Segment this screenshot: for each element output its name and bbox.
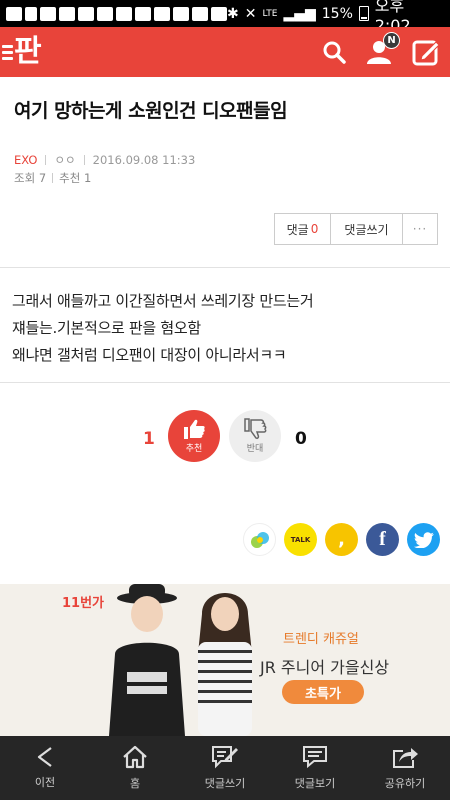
post-category[interactable]: EXO bbox=[14, 153, 37, 167]
notification-badge: N bbox=[383, 32, 400, 49]
edit-icon bbox=[412, 40, 440, 66]
notification-icons bbox=[6, 6, 227, 21]
body-line: 그래서 애들까고 이간질하면서 쓰레기장 만드는거 bbox=[12, 292, 314, 310]
vote-section: 1 추천 반대 0 bbox=[0, 410, 450, 466]
downvote-count: 0 bbox=[295, 429, 307, 449]
divider bbox=[0, 267, 450, 268]
view-count: 조회 7 bbox=[14, 171, 47, 185]
bluetooth-icon: ✱ bbox=[227, 5, 239, 22]
message-icon bbox=[6, 6, 22, 21]
body-line: 쟤들는.기본적으로 판을 혐오함 bbox=[12, 319, 201, 337]
app-icon bbox=[173, 6, 189, 21]
app-header: 판 N bbox=[0, 27, 450, 77]
post-stats: 조회 7 추천 1 bbox=[14, 170, 91, 186]
home-button[interactable]: 홈 bbox=[90, 736, 180, 800]
kakaotalk-share-button[interactable]: TALK bbox=[284, 523, 317, 556]
twitter-share-button[interactable] bbox=[407, 523, 440, 556]
kakaostory-icon: , bbox=[338, 529, 345, 550]
advertisement-banner[interactable]: 11번가 트렌디 캐쥬얼 JR 주니어 가을신상 초특가 bbox=[0, 584, 450, 736]
bottom-navigation: 이전 홈 댓글쓰기 댓글보기 공유하기 bbox=[0, 736, 450, 800]
talk-icon bbox=[59, 6, 75, 21]
app-icon bbox=[211, 6, 227, 21]
menu-icon bbox=[2, 44, 13, 60]
search-icon bbox=[323, 41, 346, 64]
write-comment-button[interactable]: 댓글쓰기 bbox=[331, 214, 403, 244]
write-post-button[interactable] bbox=[412, 38, 440, 66]
app-icon bbox=[40, 6, 56, 21]
ad-headline: JR 주니어 가을신상 bbox=[260, 658, 390, 677]
post-datetime: 2016.09.08 11:33 bbox=[92, 153, 196, 167]
thumbs-down-icon bbox=[244, 418, 267, 439]
my-page-button[interactable]: N bbox=[366, 32, 400, 64]
back-button[interactable]: 이전 bbox=[0, 736, 90, 800]
app-icon bbox=[192, 6, 208, 21]
post-author: ㅇㅇ bbox=[54, 153, 76, 167]
thumbs-up-icon bbox=[184, 419, 205, 439]
comments-button[interactable]: 댓글 0 bbox=[275, 214, 331, 244]
network-type: LTE bbox=[262, 8, 278, 19]
downvote-button[interactable]: 반대 bbox=[229, 410, 281, 462]
twitter-icon bbox=[413, 531, 434, 548]
divider bbox=[0, 382, 450, 383]
kakaotalk-icon: TALK bbox=[290, 535, 311, 544]
upvote-button[interactable]: 추천 bbox=[168, 410, 220, 462]
recommend-count: 추천 1 bbox=[59, 171, 92, 185]
signal-icon: ▂▄▆ bbox=[283, 5, 316, 22]
view-comments-icon bbox=[303, 746, 327, 769]
search-button[interactable] bbox=[322, 40, 346, 64]
body-line: 왜냐면 갤처럼 디오팬이 대장이 아니라서ㅋㅋ bbox=[12, 346, 287, 364]
post-title: 여기 망하는게 소원인건 디오팬들임 bbox=[14, 100, 288, 122]
app-icon bbox=[135, 6, 151, 21]
battery-percent: 15% bbox=[321, 5, 353, 22]
app-icon bbox=[116, 6, 132, 21]
app-icon bbox=[154, 6, 170, 21]
kakaostory-share-button[interactable]: , bbox=[325, 523, 358, 556]
facebook-share-button[interactable]: f bbox=[366, 523, 399, 556]
share-buttons: TALK , f bbox=[243, 523, 440, 556]
battery-icon bbox=[358, 6, 369, 21]
post-meta: EXO ㅇㅇ 2016.09.08 11:33 bbox=[14, 152, 195, 168]
ad-logo: 11번가 bbox=[62, 596, 105, 611]
post-body: 그래서 애들까고 이간질하면서 쓰레기장 만드는거 쟤들는.기본적으로 판을 혐… bbox=[12, 288, 314, 369]
back-icon bbox=[37, 747, 52, 767]
ad-cta-button[interactable]: 초특가 bbox=[282, 680, 364, 704]
write-comment-nav-button[interactable]: 댓글쓰기 bbox=[180, 736, 270, 800]
ad-tagline: 트렌디 캐쥬얼 bbox=[283, 632, 359, 647]
band-share-button[interactable] bbox=[243, 523, 276, 556]
share-button[interactable]: 공유하기 bbox=[360, 736, 450, 800]
ad-model-image bbox=[109, 584, 185, 736]
ad-model-image bbox=[198, 593, 252, 736]
app-icon bbox=[78, 6, 94, 21]
pill-icon bbox=[25, 6, 37, 21]
more-options-button[interactable]: ··· bbox=[403, 214, 437, 244]
share-icon bbox=[393, 748, 418, 768]
view-comments-button[interactable]: 댓글보기 bbox=[270, 736, 360, 800]
comment-count: 0 bbox=[310, 222, 319, 236]
band-icon bbox=[250, 531, 269, 548]
write-comment-icon bbox=[212, 746, 238, 769]
comment-toolbar: 댓글 0 댓글쓰기 ··· bbox=[274, 213, 438, 245]
facebook-icon: f bbox=[379, 528, 386, 550]
home-icon bbox=[123, 745, 147, 769]
upvote-count: 1 bbox=[143, 429, 155, 449]
menu-logo-button[interactable]: 판 bbox=[2, 34, 42, 69]
pann-logo: 판 bbox=[14, 34, 42, 69]
status-bar: ✱ ✕ LTE ▂▄▆ 15% 오후 2:02 bbox=[0, 0, 450, 35]
app-icon bbox=[97, 6, 113, 21]
mute-icon: ✕ bbox=[244, 5, 257, 22]
